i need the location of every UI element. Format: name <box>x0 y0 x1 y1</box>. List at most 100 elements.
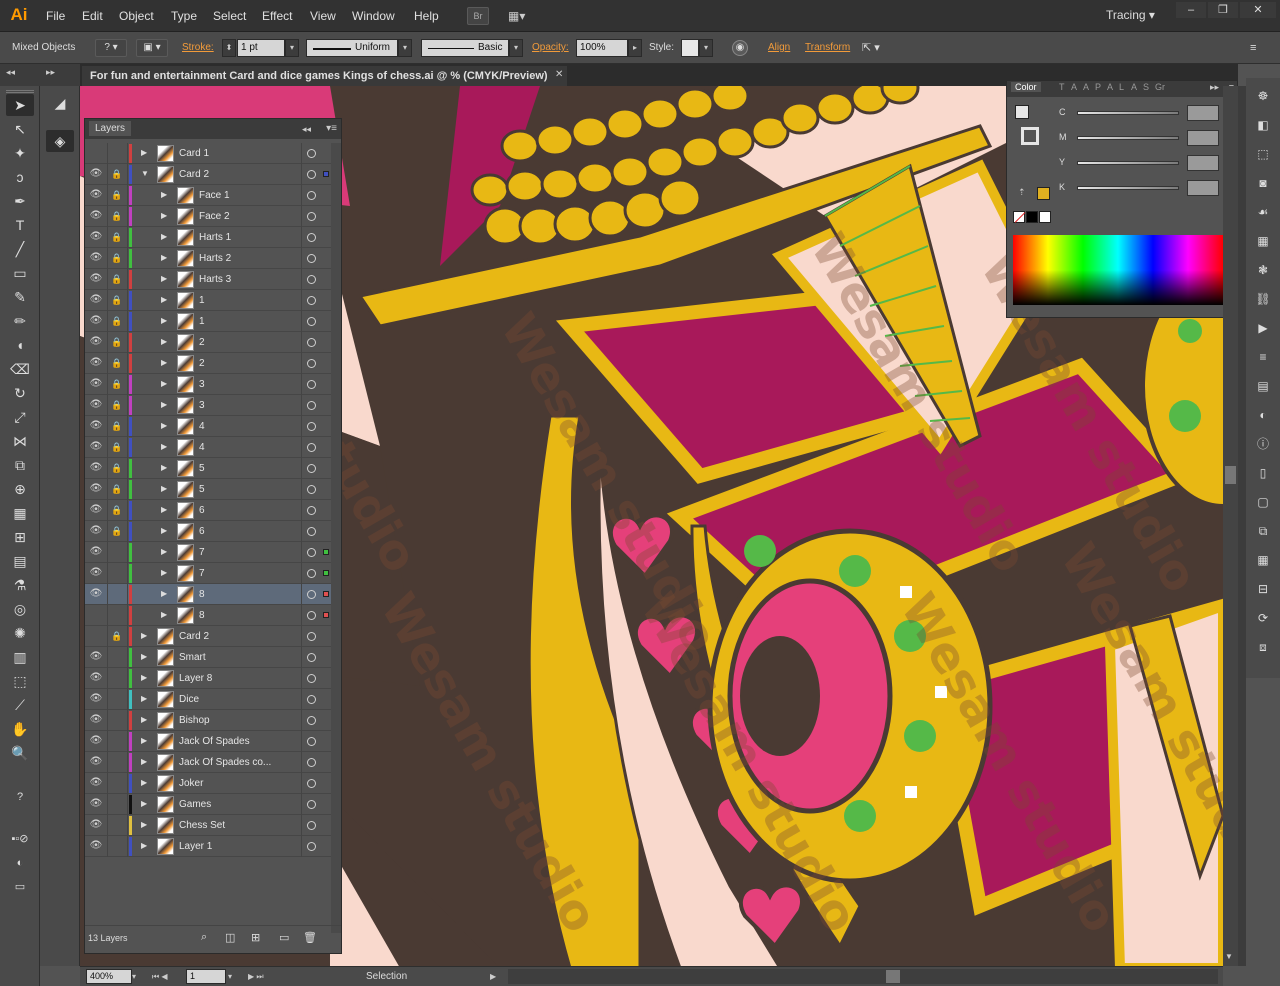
target-circle-icon[interactable] <box>307 716 316 725</box>
stroke-stepper[interactable]: ⬍ <box>222 39 236 57</box>
target-circle-icon[interactable] <box>307 254 316 263</box>
info-panel-icon[interactable]: ⓘ <box>1251 434 1275 454</box>
brush-dropdown[interactable]: ▾ <box>509 39 523 57</box>
menu-edit[interactable]: Edit <box>82 0 103 32</box>
gradient-tool-icon[interactable]: ▤ <box>6 550 34 572</box>
rectangle-tool-icon[interactable]: ▭ <box>6 262 34 284</box>
menu-window[interactable]: Window <box>352 0 395 32</box>
current-color-swatch[interactable] <box>1037 187 1050 200</box>
lock-icon[interactable]: 🔒 <box>111 273 123 285</box>
isolate-group-icon[interactable]: ⇱ ▾ <box>862 40 892 56</box>
expand-triangle-icon[interactable]: ▶ <box>161 295 169 305</box>
visibility-eye-icon[interactable]: 👁 <box>89 168 103 180</box>
layer-name[interactable]: Smart <box>179 647 279 668</box>
visibility-eye-icon[interactable]: 👁 <box>89 273 103 285</box>
stroke-weight-dropdown[interactable]: ▾ <box>285 39 299 57</box>
menu-help[interactable]: Help <box>414 0 439 32</box>
visibility-eye-icon[interactable]: 👁 <box>89 672 103 684</box>
color-slider-track[interactable] <box>1077 186 1179 190</box>
expand-triangle-icon[interactable]: ▶ <box>161 190 169 200</box>
screen-mode-icon[interactable]: ▭ <box>6 876 34 898</box>
opacity-label[interactable]: Opacity: <box>532 32 569 64</box>
layer-name[interactable]: 4 <box>199 416 299 437</box>
expand-triangle-icon[interactable]: ▶ <box>141 778 149 788</box>
layer-row[interactable]: 👁 ▶ Jack Of Spades co... <box>85 752 341 773</box>
lock-icon[interactable]: 🔒 <box>111 210 123 222</box>
lock-icon[interactable]: 🔒 <box>111 441 123 453</box>
eraser-tool-icon[interactable]: ⌫ <box>6 358 34 380</box>
visibility-eye-icon[interactable]: 👁 <box>89 399 103 411</box>
target-circle-icon[interactable] <box>307 422 316 431</box>
layers-menu-icon[interactable]: ▾≡ <box>326 119 337 139</box>
close-window-button[interactable]: ✕ <box>1240 2 1276 18</box>
target-circle-icon[interactable] <box>307 233 316 242</box>
layer-row[interactable]: 👁 🔒 ▶ 2 <box>85 332 341 353</box>
expand-triangle-icon[interactable]: ▼ <box>141 169 149 179</box>
layer-name[interactable]: 5 <box>199 458 299 479</box>
expand-triangle-icon[interactable]: ▶ <box>161 505 169 515</box>
expand-triangle-icon[interactable]: ▶ <box>141 694 149 704</box>
target-circle-icon[interactable] <box>307 569 316 578</box>
layer-name[interactable]: Harts 2 <box>199 248 299 269</box>
layer-name[interactable]: Jack Of Spades co... <box>179 752 279 773</box>
layer-name[interactable]: Face 1 <box>199 185 299 206</box>
lock-icon[interactable] <box>111 798 123 810</box>
stroke-swatch-button[interactable]: ▣ ▾ <box>136 39 168 57</box>
stroke-label[interactable]: Stroke: <box>182 32 214 64</box>
lock-icon[interactable] <box>111 672 123 684</box>
panel-tab[interactable]: A <box>1083 82 1089 92</box>
lock-icon[interactable] <box>111 735 123 747</box>
lock-icon[interactable] <box>111 840 123 852</box>
layer-row[interactable]: 👁 🔒 ▶ 2 <box>85 353 341 374</box>
panel-tab[interactable]: Gr <box>1155 82 1165 92</box>
layer-name[interactable]: Face 2 <box>199 206 299 227</box>
lock-icon[interactable]: 🔒 <box>111 504 123 516</box>
transparency-panel-icon[interactable]: ◐ <box>1251 405 1275 425</box>
visibility-eye-icon[interactable]: 👁 <box>89 189 103 201</box>
color-spectrum[interactable] <box>1013 235 1223 305</box>
color-slider-track[interactable] <box>1077 136 1179 140</box>
bridge-button[interactable]: Br <box>467 7 489 25</box>
artboard-number-field[interactable]: 1 <box>186 969 226 984</box>
minimize-button[interactable]: – <box>1176 2 1206 18</box>
layer-row[interactable]: 👁 ▶ Games <box>85 794 341 815</box>
color-mode-icons[interactable]: ▪▫⊘ <box>6 828 34 850</box>
expand-triangle-icon[interactable]: ▶ <box>141 799 149 809</box>
eyedropper-tool-icon[interactable]: ⚗ <box>6 574 34 596</box>
selection-indicator[interactable] <box>323 612 329 618</box>
blend-tool-icon[interactable]: ◎ <box>6 598 34 620</box>
close-document-button[interactable]: ✕ <box>555 68 567 82</box>
perspective-grid-tool-icon[interactable]: ▦ <box>6 502 34 524</box>
lock-icon[interactable] <box>111 588 123 600</box>
direct-selection-tool-icon[interactable]: ↖ <box>6 118 34 140</box>
panel-menu-icon[interactable]: ≡ <box>1250 40 1268 56</box>
visibility-eye-icon[interactable]: 👁 <box>89 651 103 663</box>
target-circle-icon[interactable] <box>307 380 316 389</box>
visibility-eye-icon[interactable]: 👁 <box>89 294 103 306</box>
lock-icon[interactable]: 🔒 <box>111 357 123 369</box>
lock-icon[interactable]: 🔒 <box>111 525 123 537</box>
layer-row[interactable]: 👁 ▶ Bishop <box>85 710 341 731</box>
expand-tools-icon[interactable]: ◂◂ <box>6 67 15 78</box>
target-circle-icon[interactable] <box>307 758 316 767</box>
layer-name[interactable]: Jack Of Spades <box>179 731 279 752</box>
last-artboard-button[interactable]: ▶ ⏭ <box>248 969 278 984</box>
color-value-field[interactable] <box>1187 105 1219 121</box>
shape-builder-tool-icon[interactable]: ⊕ <box>6 478 34 500</box>
target-circle-icon[interactable] <box>307 296 316 305</box>
expand-triangle-icon[interactable]: ▶ <box>141 673 149 683</box>
first-artboard-button[interactable]: ⏮ ◀ <box>152 969 182 984</box>
expand-triangle-icon[interactable]: ▶ <box>161 400 169 410</box>
menu-select[interactable]: Select <box>213 0 246 32</box>
layer-name[interactable]: 6 <box>199 500 299 521</box>
visibility-eye-icon[interactable]: 👁 <box>89 714 103 726</box>
target-circle-icon[interactable] <box>307 149 316 158</box>
width-tool-icon[interactable]: ⋈ <box>6 430 34 452</box>
expand-triangle-icon[interactable]: ▶ <box>161 526 169 536</box>
expand-triangle-icon[interactable]: ▶ <box>161 547 169 557</box>
lock-icon[interactable]: 🔒 <box>111 231 123 243</box>
layers-scrollbar[interactable] <box>331 143 341 933</box>
target-circle-icon[interactable] <box>307 821 316 830</box>
target-circle-icon[interactable] <box>307 170 316 179</box>
layer-name[interactable]: Joker <box>179 773 279 794</box>
